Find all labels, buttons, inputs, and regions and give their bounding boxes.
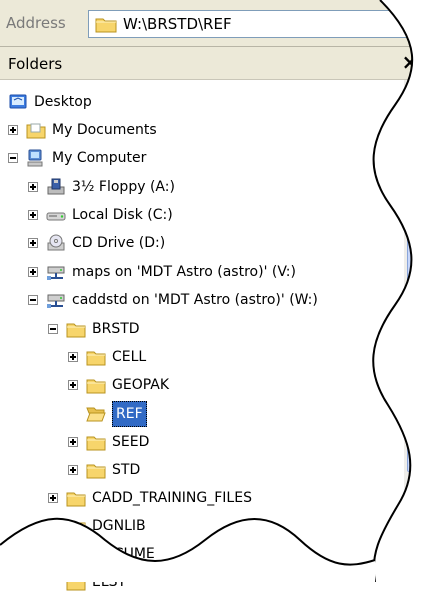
tree-item-label: Local Disk (C:) bbox=[72, 207, 173, 223]
folder-icon bbox=[86, 464, 106, 479]
network-drive-icon bbox=[47, 294, 65, 308]
expand-icon[interactable] bbox=[28, 267, 38, 277]
folder-documents-icon bbox=[26, 123, 46, 139]
tree-item-label: STD bbox=[112, 462, 141, 478]
address-path: W:\BRSTD\REF bbox=[123, 15, 232, 33]
expand-icon[interactable] bbox=[28, 238, 38, 248]
tree-item-label: My Documents bbox=[52, 122, 157, 138]
folder-icon bbox=[86, 351, 106, 366]
folder-icon bbox=[66, 548, 86, 563]
tree-item-label: CD Drive (D:) bbox=[72, 235, 166, 251]
expand-icon[interactable] bbox=[48, 521, 58, 531]
expand-icon[interactable] bbox=[28, 182, 38, 192]
hard-disk-icon bbox=[46, 212, 66, 221]
tree-item-label: REF bbox=[112, 401, 147, 427]
folders-title: Folders bbox=[8, 55, 63, 73]
folder-icon bbox=[95, 18, 117, 33]
expand-icon[interactable] bbox=[68, 352, 78, 362]
floppy-drive-icon bbox=[47, 178, 65, 195]
collapse-icon[interactable] bbox=[8, 153, 18, 163]
folder-icon bbox=[86, 379, 106, 394]
network-drive-icon bbox=[47, 266, 65, 280]
collapse-icon[interactable] bbox=[48, 324, 58, 334]
folder-icon bbox=[66, 576, 86, 591]
vertical-scrollbar[interactable]: ▲ bbox=[404, 80, 430, 582]
address-input[interactable]: W:\BRSTD\REF bbox=[88, 10, 428, 38]
address-bar: Address W:\BRSTD\REF bbox=[0, 0, 430, 47]
open-folder-icon bbox=[86, 407, 106, 422]
expand-icon[interactable] bbox=[8, 125, 18, 135]
expand-icon[interactable] bbox=[28, 210, 38, 220]
scroll-up-button[interactable]: ▲ bbox=[407, 88, 427, 108]
tree-item-label: SEED bbox=[112, 434, 150, 450]
tree-item-label: GEOPAK bbox=[112, 377, 170, 393]
tree-item-label: DOCUME bbox=[92, 546, 155, 562]
close-button[interactable]: × bbox=[398, 50, 422, 74]
tree-item-label: ELST bbox=[92, 574, 127, 590]
address-label: Address bbox=[6, 14, 66, 32]
collapse-icon[interactable] bbox=[28, 295, 38, 305]
computer-icon bbox=[27, 149, 43, 167]
explorer-window: Address W:\BRSTD\REF Folders × Desktop My… bbox=[0, 0, 430, 591]
tree-item-label: CADD_TRAINING_FILES bbox=[92, 490, 252, 506]
tree-item-label: BRSTD bbox=[92, 321, 140, 337]
tree-item-label: Desktop bbox=[34, 94, 92, 110]
folder-icon bbox=[66, 323, 86, 338]
scroll-thumb[interactable] bbox=[407, 112, 427, 472]
folder-icon bbox=[66, 520, 86, 535]
folder-tree: Desktop My Documents My Computer 3½ Floppy … bbox=[0, 80, 430, 591]
cd-drive-icon bbox=[47, 234, 65, 251]
desktop-icon bbox=[9, 94, 27, 109]
tree-item-label: CELL bbox=[112, 349, 147, 365]
folder-icon bbox=[86, 436, 106, 451]
expand-icon[interactable] bbox=[48, 493, 58, 503]
tree-item-label: 3½ Floppy (A:) bbox=[72, 179, 175, 195]
expand-icon[interactable] bbox=[68, 437, 78, 447]
expand-icon[interactable] bbox=[68, 380, 78, 390]
expand-icon[interactable] bbox=[68, 465, 78, 475]
folders-panel-header: Folders × bbox=[0, 47, 430, 80]
tree-item-label: maps on 'MDT Astro (astro)' (V:) bbox=[72, 264, 296, 280]
tree-item-label: My Computer bbox=[52, 150, 147, 166]
tree-item-label: caddstd on 'MDT Astro (astro)' (W:) bbox=[72, 292, 318, 308]
folder-icon bbox=[66, 492, 86, 507]
tree-item-label: DGNLIB bbox=[92, 518, 146, 534]
